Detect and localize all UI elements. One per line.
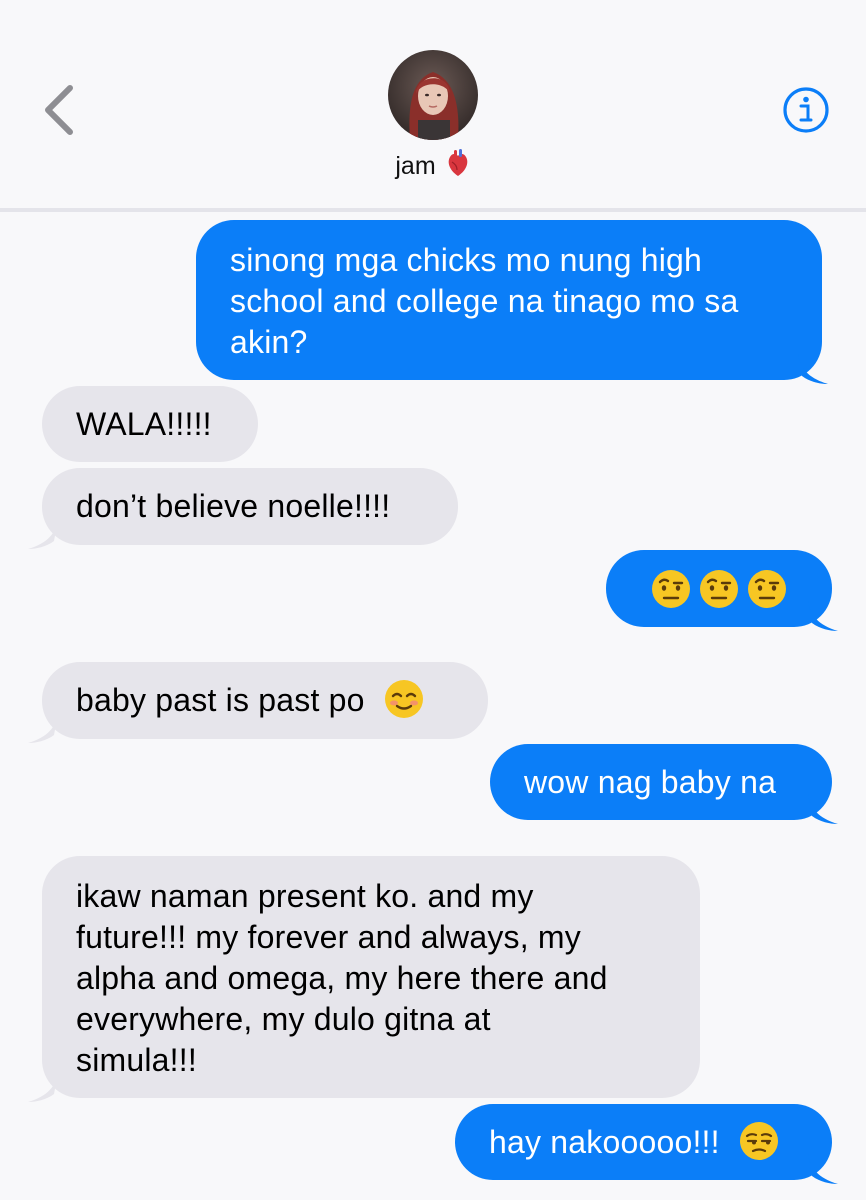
message-text: baby past is past po <box>76 682 365 718</box>
anatomical-heart-icon <box>445 148 471 185</box>
message-text: WALA!!!!! <box>76 406 212 442</box>
bubble-tail <box>808 601 838 631</box>
received-message-bubble[interactable]: ikaw naman present ko. and my future!!! … <box>28 856 700 1102</box>
message-text: hay nakooooo!!! <box>489 1124 720 1160</box>
contact-name-text: jam <box>395 152 436 180</box>
bubble-tail <box>798 354 828 384</box>
conversation-header: jam <box>0 0 866 212</box>
sent-message-bubble[interactable]: hay nakooooo!!! <box>455 1104 838 1184</box>
bubble-tail <box>28 713 58 743</box>
received-message-bubble[interactable]: baby past is past po <box>28 662 488 743</box>
bubble-tail <box>808 794 838 824</box>
face-with-raised-eyebrow-icon <box>748 569 786 608</box>
info-icon <box>783 87 829 133</box>
chevron-left-icon <box>45 85 73 135</box>
bubble-tail <box>28 1072 58 1102</box>
message-text: wow nag baby na <box>524 764 777 800</box>
received-message-bubble[interactable]: don’t believe noelle!!!! <box>28 468 458 549</box>
received-message-bubble[interactable]: WALA!!!!! <box>42 386 258 462</box>
smiling-face-icon <box>384 679 423 718</box>
info-button[interactable] <box>781 85 831 135</box>
face-with-raised-eyebrow-icon <box>700 569 738 608</box>
sent-message-bubble[interactable]: sinong mga chicks mo nung high school an… <box>196 220 828 384</box>
back-button[interactable] <box>36 80 86 140</box>
bubble-tail <box>28 519 58 549</box>
avatar[interactable] <box>388 50 478 140</box>
message-text: sinong mga chicks mo nung high school an… <box>230 242 739 360</box>
bubble-tail <box>808 1154 838 1184</box>
avatar-photo <box>388 50 478 140</box>
face-with-raised-eyebrow-icon <box>652 569 690 608</box>
contact-name[interactable]: jam <box>0 148 866 185</box>
sent-message-bubble[interactable]: wow nag baby na <box>490 744 838 824</box>
sent-message-bubble[interactable] <box>606 550 838 631</box>
unamused-face-icon <box>739 1121 778 1160</box>
message-text: don’t believe noelle!!!! <box>76 488 391 524</box>
message-text: ikaw naman present ko. and my future!!! … <box>76 878 608 1078</box>
